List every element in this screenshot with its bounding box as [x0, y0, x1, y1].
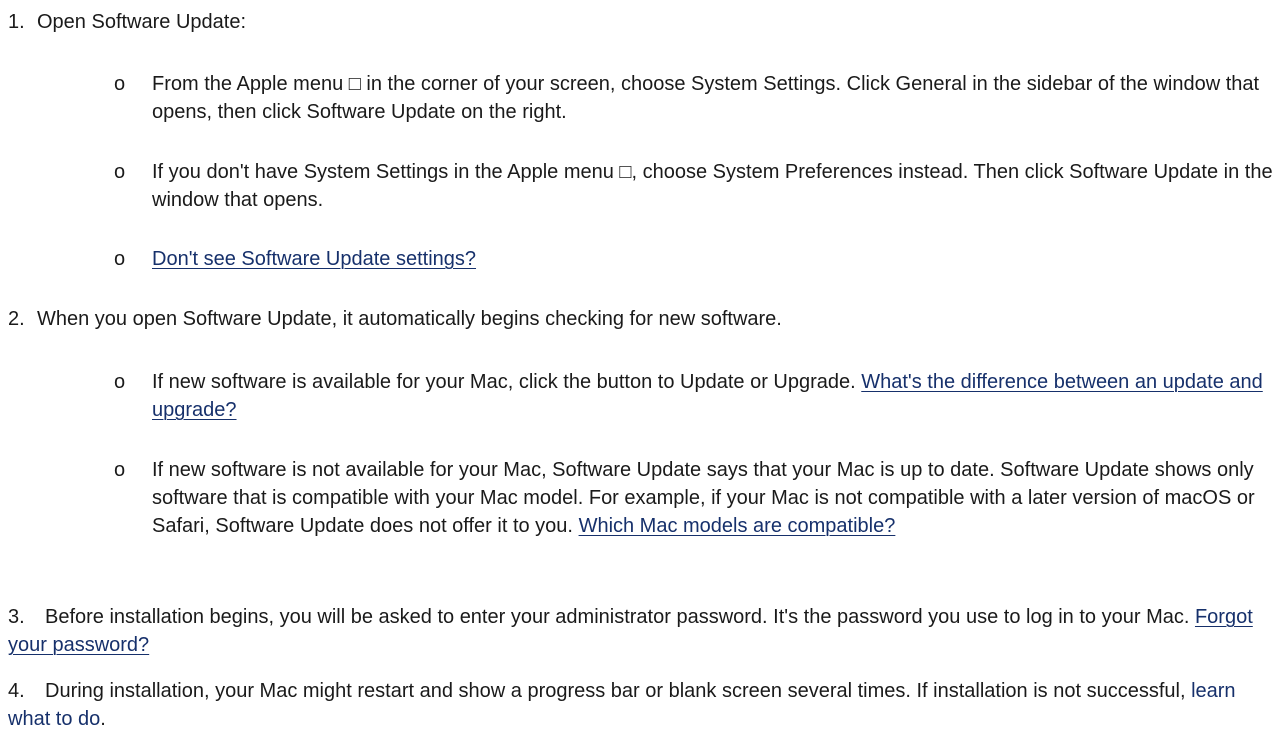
- instructions-document: 1. Open Software Update: o From the Appl…: [0, 0, 1285, 735]
- step-2-text: When you open Software Update, it automa…: [37, 308, 782, 330]
- bullet-marker: o: [114, 459, 126, 481]
- compatible-models-link[interactable]: Which Mac models are compatible?: [579, 515, 896, 537]
- subitem-text: If new software is available for your Ma…: [152, 371, 856, 393]
- step-1-number: 1.: [8, 11, 25, 33]
- step-4-text: During installation, your Mac might rest…: [45, 680, 1186, 702]
- step-1-text: Open Software Update:: [37, 11, 247, 33]
- bullet-marker: o: [114, 161, 126, 183]
- step-3-text: Before installation begins, you will be …: [45, 606, 1190, 628]
- subitem-text: From the Apple menu □ in the corner of y…: [152, 73, 1260, 123]
- subitem-text: If you don't have System Settings in the…: [152, 161, 1273, 211]
- bullet-marker: o: [114, 73, 126, 95]
- software-update-settings-link[interactable]: Don't see Software Update settings?: [152, 248, 476, 270]
- step-2-number: 2.: [8, 308, 25, 330]
- bullet-marker: o: [114, 248, 126, 270]
- bullet-marker: o: [114, 371, 126, 393]
- step-4-suffix: .: [100, 708, 106, 730]
